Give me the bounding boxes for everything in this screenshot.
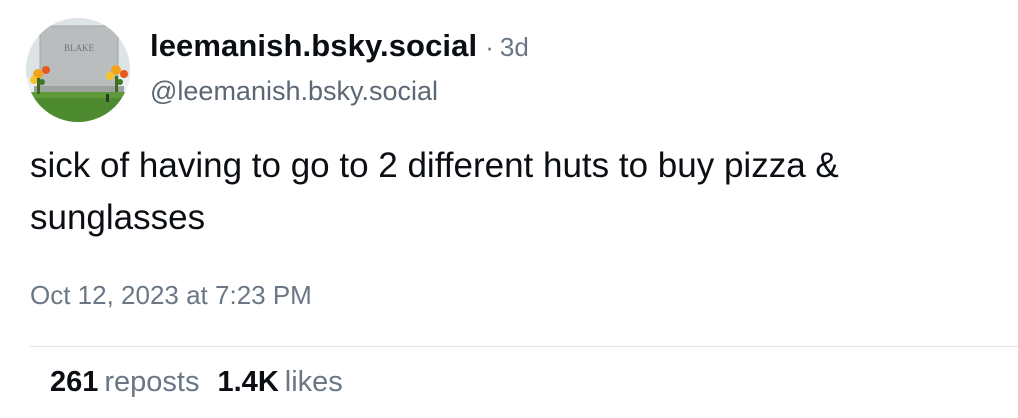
- author-handle[interactable]: @leemanish.bsky.social: [150, 76, 438, 107]
- likes-count: 1.4K: [217, 366, 279, 398]
- avatar[interactable]: BLAKE: [26, 18, 130, 122]
- post-text: sick of having to go to 2 different huts…: [30, 146, 839, 237]
- post-thread-item: BLAKE leemanish.bsky.social · 3d @leemanis…: [0, 0, 1018, 418]
- reposts-stat[interactable]: 261 reposts: [50, 366, 200, 399]
- relative-time[interactable]: 3d: [500, 32, 529, 62]
- post-header: leemanish.bsky.social · 3d: [150, 28, 529, 64]
- headstone-engraving: BLAKE: [64, 43, 94, 53]
- likes-label: likes: [284, 366, 343, 398]
- likes-stat[interactable]: 1.4K likes: [218, 366, 343, 399]
- divider: [30, 346, 1018, 347]
- reposts-label: reposts: [104, 366, 200, 398]
- avatar-image: BLAKE: [26, 18, 130, 122]
- reposts-count: 261: [50, 366, 99, 398]
- post-stats: 261 reposts 1.4K likes: [50, 366, 361, 399]
- post-timestamp: Oct 12, 2023 at 7:23 PM: [30, 280, 312, 310]
- author-display-name[interactable]: leemanish.bsky.social: [150, 28, 477, 63]
- separator-dot: ·: [485, 32, 494, 62]
